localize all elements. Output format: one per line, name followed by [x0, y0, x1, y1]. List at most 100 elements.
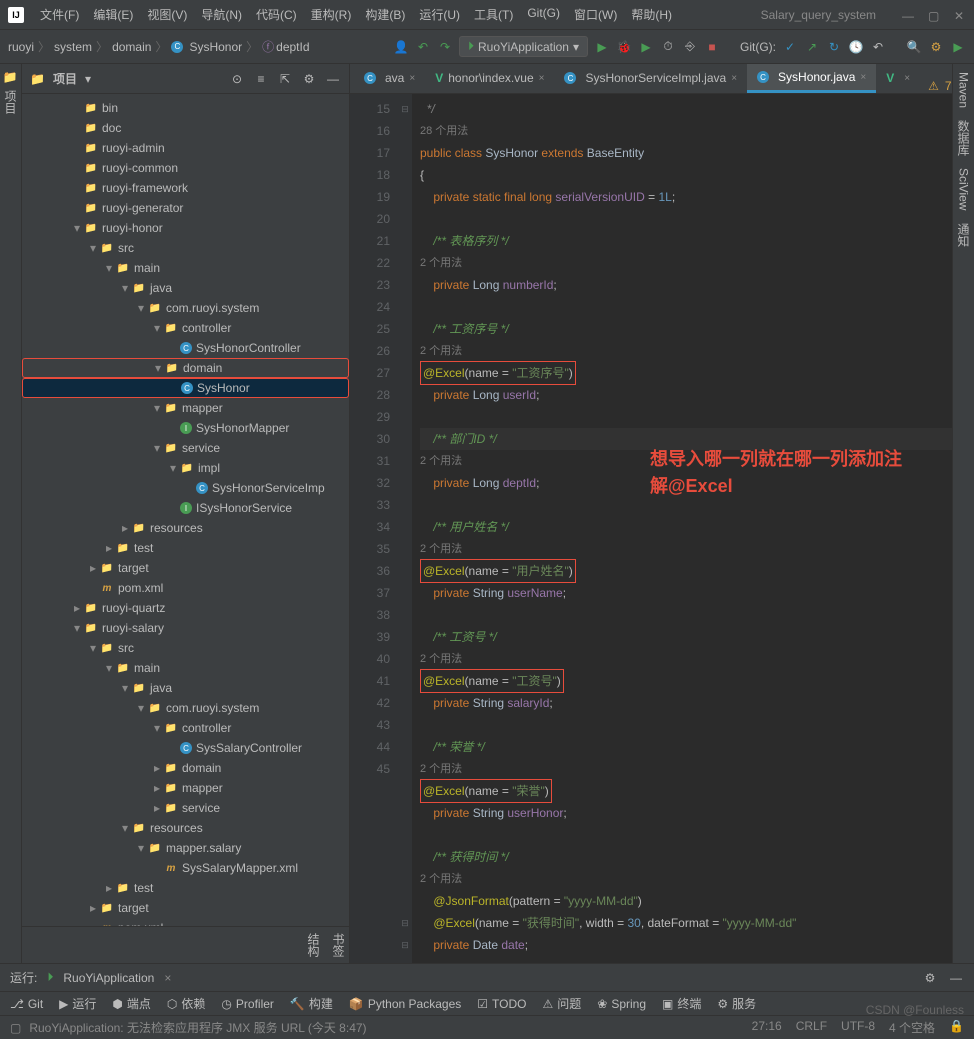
editor-tab[interactable]: Cava× — [354, 65, 425, 93]
hide-icon[interactable]: — — [325, 71, 341, 87]
git-pull-icon[interactable]: ✓ — [782, 39, 798, 55]
tree-item[interactable]: ▾📁com.ruoyi.system — [22, 298, 349, 318]
code-editor[interactable]: */28 个用法public class SysHonor extends Ba… — [412, 94, 952, 963]
run-app-label[interactable]: RuoYiApplication — [63, 971, 154, 985]
tree-item[interactable]: CSysSalaryController — [22, 738, 349, 758]
tree-item[interactable]: 📁bin — [22, 98, 349, 118]
bottom-tool-Profiler[interactable]: ◷ Profiler — [221, 997, 274, 1011]
tree-item[interactable]: ▾📁src — [22, 638, 349, 658]
tree-item[interactable]: mSysSalaryMapper.xml — [22, 858, 349, 878]
project-tool-tab[interactable]: 📁 项目 — [2, 72, 19, 114]
tree-item[interactable]: ▸📁mapper — [22, 778, 349, 798]
tree-item[interactable]: CSysHonorServiceImp — [22, 478, 349, 498]
tree-item[interactable]: 📁ruoyi-framework — [22, 178, 349, 198]
editor-tab[interactable]: Vhonor\index.vue× — [425, 65, 554, 93]
expand-all-icon[interactable]: ≡ — [253, 71, 269, 87]
tree-item[interactable]: ▾📁main — [22, 258, 349, 278]
tree-item[interactable]: ▾📁java — [22, 278, 349, 298]
settings-icon[interactable]: ⚙ — [301, 71, 317, 87]
tree-item[interactable]: mpom.xml — [22, 578, 349, 598]
menu-item[interactable]: 运行(U) — [413, 3, 466, 26]
tree-item[interactable]: ▾📁ruoyi-honor — [22, 218, 349, 238]
tree-item[interactable]: 📁ruoyi-generator — [22, 198, 349, 218]
tree-item[interactable]: ▾📁java — [22, 678, 349, 698]
lock-icon[interactable]: 🔒 — [949, 1019, 964, 1036]
minimize-button[interactable]: — — [902, 9, 914, 21]
user-icon[interactable]: 👤 — [393, 39, 409, 55]
menu-item[interactable]: 编辑(E) — [87, 3, 139, 26]
tree-item[interactable]: ▾📁domain — [22, 358, 349, 378]
attach-button[interactable]: ⎆ — [682, 39, 698, 55]
project-tree[interactable]: 📁bin📁doc📁ruoyi-admin📁ruoyi-common📁ruoyi-… — [22, 94, 349, 926]
run-hide-icon[interactable]: — — [948, 970, 964, 986]
tree-item[interactable]: 📁doc — [22, 118, 349, 138]
bottom-tool-Git[interactable]: ⎇ Git — [10, 997, 43, 1011]
git-rollback-icon[interactable]: ↶ — [870, 39, 886, 55]
menu-item[interactable]: 窗口(W) — [568, 3, 623, 26]
tree-item[interactable]: ▾📁ruoyi-salary — [22, 618, 349, 638]
tree-item[interactable]: ▸📁target — [22, 898, 349, 918]
line-gutter[interactable]: 1516171819202122232425262728293031323334… — [350, 94, 398, 963]
bookmarks-tab[interactable]: 书签 — [330, 933, 347, 957]
ide-settings-icon[interactable]: ⚙ — [928, 39, 944, 55]
right-tool-tab[interactable]: 通知 — [955, 223, 972, 247]
tree-item[interactable]: ▸📁target — [22, 558, 349, 578]
git-history-icon[interactable]: 🕓 — [848, 39, 864, 55]
bottom-tool-Python Packages[interactable]: 📦 Python Packages — [349, 997, 461, 1011]
tree-item[interactable]: ▾📁impl — [22, 458, 349, 478]
menu-item[interactable]: 帮助(H) — [625, 3, 678, 26]
menu-item[interactable]: Git(G) — [521, 3, 566, 26]
maximize-button[interactable]: ▢ — [928, 9, 940, 21]
caret-pos[interactable]: 27:16 — [752, 1019, 782, 1036]
bottom-tool-问题[interactable]: ⚠ 问题 — [542, 995, 581, 1012]
tree-item[interactable]: ▾📁controller — [22, 718, 349, 738]
indent[interactable]: 4 个空格 — [889, 1019, 935, 1036]
tree-item[interactable]: ▾📁com.ruoyi.system — [22, 698, 349, 718]
stop-button[interactable]: ■ — [704, 39, 720, 55]
tree-item[interactable]: ▾📁mapper.salary — [22, 838, 349, 858]
right-tool-tab[interactable]: Maven — [957, 72, 971, 108]
tree-item[interactable]: ▸📁ruoyi-quartz — [22, 598, 349, 618]
tree-item[interactable]: ▾📁src — [22, 238, 349, 258]
debug-button[interactable]: 🐞 — [616, 39, 632, 55]
tree-item[interactable]: ISysHonorMapper — [22, 418, 349, 438]
menu-item[interactable]: 代码(C) — [250, 3, 303, 26]
tree-item[interactable]: ▾📁mapper — [22, 398, 349, 418]
search-icon[interactable]: 🔍 — [906, 39, 922, 55]
editor-tab[interactable]: CSysHonor.java× — [747, 64, 876, 93]
tree-item[interactable]: ▸📁service — [22, 798, 349, 818]
tree-item[interactable]: 📁ruoyi-common — [22, 158, 349, 178]
git-update-icon[interactable]: ↻ — [826, 39, 842, 55]
menu-item[interactable]: 导航(N) — [195, 3, 248, 26]
editor-tab[interactable]: V× — [876, 65, 920, 93]
tree-item[interactable]: ▸📁test — [22, 538, 349, 558]
bottom-tool-依赖[interactable]: ⬡ 依赖 — [167, 995, 206, 1012]
bottom-tool-构建[interactable]: 🔨 构建 — [290, 995, 333, 1012]
tree-item[interactable]: mpom.xml — [22, 918, 349, 926]
structure-tab[interactable]: 结构 — [305, 933, 322, 957]
select-opened-icon[interactable]: ⊙ — [229, 71, 245, 87]
run-button[interactable]: ▶ — [594, 39, 610, 55]
menu-item[interactable]: 工具(T) — [468, 3, 519, 26]
back-icon[interactable]: ↶ — [415, 39, 431, 55]
run-config-select[interactable]: ⏵RuoYiApplication▾ — [459, 36, 588, 57]
forward-icon[interactable]: ↷ — [437, 39, 453, 55]
play-icon[interactable]: ▶ — [950, 39, 966, 55]
collapse-all-icon[interactable]: ⇱ — [277, 71, 293, 87]
bottom-tool-TODO[interactable]: ☑ TODO — [477, 997, 526, 1011]
encoding[interactable]: UTF-8 — [841, 1019, 875, 1036]
tree-item[interactable]: ▾📁resources — [22, 818, 349, 838]
line-sep[interactable]: CRLF — [796, 1019, 827, 1036]
right-tool-tab[interactable]: SciView — [957, 168, 971, 210]
bottom-tool-运行[interactable]: ▶ 运行 — [59, 995, 96, 1012]
bottom-tool-终端[interactable]: ▣ 终端 — [662, 995, 701, 1012]
tree-item[interactable]: ▾📁service — [22, 438, 349, 458]
close-button[interactable]: ✕ — [954, 9, 966, 21]
git-push-icon[interactable]: ↗ — [804, 39, 820, 55]
tree-item[interactable]: IISysHonorService — [22, 498, 349, 518]
tree-item[interactable]: CSysHonor — [22, 378, 349, 398]
bottom-tool-Spring[interactable]: ❀ Spring — [597, 997, 646, 1011]
tree-item[interactable]: ▸📁test — [22, 878, 349, 898]
right-tool-tab[interactable]: 数据库 — [955, 120, 972, 156]
tree-item[interactable]: ▾📁controller — [22, 318, 349, 338]
